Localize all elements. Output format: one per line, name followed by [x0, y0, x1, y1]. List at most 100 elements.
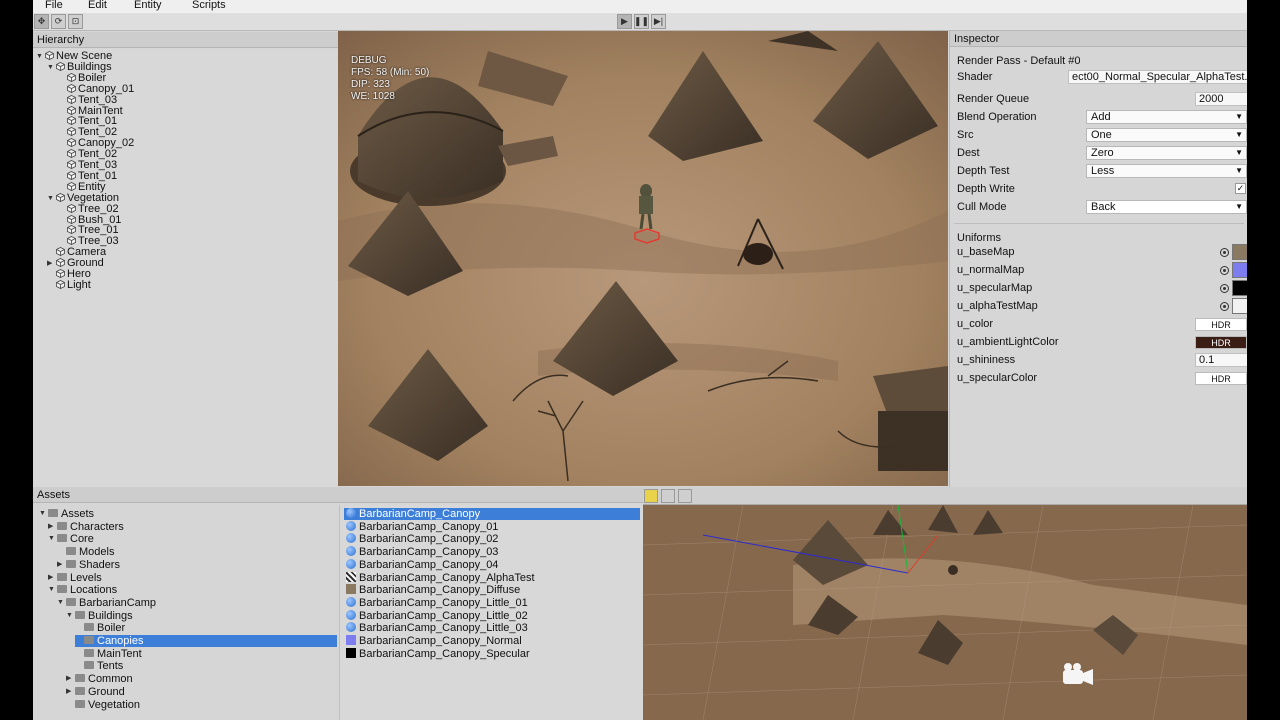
asset-file-item[interactable]: BarbarianCamp_Canopy_Little_01 [344, 596, 528, 609]
hierarchy-item-label: Light [67, 278, 91, 291]
scale-tool-icon[interactable]: ⊡ [68, 14, 83, 29]
expand-toggle-icon[interactable]: ▼ [47, 62, 56, 73]
texture-thumbnail[interactable] [1232, 280, 1247, 296]
asset-file-item[interactable]: BarbarianCamp_Canopy_04 [344, 558, 498, 571]
entity-icon [67, 105, 76, 115]
expand-toggle-icon[interactable]: ▶ [48, 521, 57, 533]
asset-folder-item[interactable]: MainTent [75, 648, 142, 660]
expand-toggle-icon[interactable]: ▼ [66, 610, 75, 622]
expand-toggle-icon[interactable]: ▼ [47, 193, 56, 204]
object-picker-icon[interactable] [1220, 266, 1229, 275]
gizmo-toggle-icon[interactable] [661, 489, 675, 503]
asset-folder-item[interactable]: Boiler [75, 622, 125, 634]
play-icon[interactable]: ▶ [617, 14, 632, 29]
pause-icon[interactable]: ❚❚ [634, 14, 649, 29]
menu-scripts[interactable]: Scripts [192, 0, 226, 11]
asset-folder-item[interactable]: ▶ Characters [48, 521, 124, 533]
property-dropdown[interactable]: Add ▼ [1086, 110, 1247, 124]
asset-folder-label: Ground [88, 685, 125, 698]
asset-file-item[interactable]: BarbarianCamp_Canopy_AlphaTest [344, 571, 535, 584]
asset-file-label: BarbarianCamp_Canopy [359, 508, 481, 520]
asset-file-item[interactable]: BarbarianCamp_Canopy_Specular [344, 647, 530, 660]
asset-folder-item[interactable]: ▶ Levels [48, 572, 102, 584]
color-swatch[interactable]: HDR [1195, 318, 1247, 331]
object-picker-icon[interactable] [1220, 284, 1229, 293]
asset-file-item[interactable]: BarbarianCamp_Canopy_Normal [344, 635, 522, 647]
expand-toggle-icon[interactable]: ▼ [48, 584, 57, 596]
menu-entity[interactable]: Entity [134, 0, 162, 11]
render-queue-field[interactable]: 2000 [1195, 92, 1247, 106]
object-picker-icon[interactable] [1220, 302, 1229, 311]
asset-folder-label: BarbarianCamp [79, 596, 157, 609]
asset-file-item[interactable]: BarbarianCamp_Canopy_03 [344, 546, 498, 558]
expand-toggle-icon[interactable]: ▼ [36, 51, 45, 62]
grid-toggle-icon[interactable] [678, 489, 692, 503]
asset-file-label: BarbarianCamp_Canopy_01 [359, 520, 499, 533]
object-picker-icon[interactable] [1220, 248, 1229, 257]
asset-folder-item[interactable]: ▼ Buildings [66, 610, 133, 622]
asset-folder-item[interactable]: ▼ Assets [39, 508, 94, 520]
expand-toggle-icon[interactable]: ▼ [39, 508, 48, 520]
step-icon[interactable]: ▶| [651, 14, 666, 29]
entity-icon [67, 214, 76, 224]
asset-folder-item[interactable]: ▼ Locations [48, 584, 117, 596]
asset-file-label: BarbarianCamp_Canopy_AlphaTest [359, 571, 535, 584]
entity-icon [67, 138, 76, 148]
property-dropdown[interactable]: Less ▼ [1086, 164, 1247, 178]
expand-toggle-icon[interactable]: ▼ [48, 533, 57, 545]
depth-write-checkbox[interactable]: ✓ [1235, 183, 1246, 194]
asset-file-item[interactable]: BarbarianCamp_Canopy_Little_02 [344, 609, 528, 622]
hierarchy-panel: Hierarchy ▼ New Scene ▼ Buildings Boiler Cano… [33, 32, 338, 488]
menu-edit[interactable]: Edit [88, 0, 107, 11]
rotate-tool-icon[interactable]: ⟳ [51, 14, 66, 29]
texture-thumbnail[interactable] [1232, 298, 1247, 314]
game-viewport[interactable]: DEBUG FPS: 58 (Min: 50) DIP: 323 WE: 102… [338, 31, 948, 486]
asset-folder-item[interactable]: Vegetation [66, 699, 140, 711]
expand-toggle-icon[interactable]: ▶ [66, 686, 75, 698]
shader-field[interactable]: ect00_Normal_Specular_AlphaTest.n [1068, 70, 1247, 84]
scene-render [338, 31, 948, 486]
scene-view[interactable] [643, 487, 1247, 720]
asset-folder-item[interactable]: Tents [75, 660, 123, 672]
asset-folder-item[interactable]: Canopies [75, 635, 337, 647]
move-tool-icon[interactable]: ✥ [34, 14, 49, 29]
property-dropdown[interactable]: One ▼ [1086, 128, 1247, 142]
hierarchy-title: Hierarchy [33, 32, 338, 48]
texture-thumbnail[interactable] [1232, 244, 1247, 260]
asset-folder-item[interactable]: ▼ Core [48, 533, 94, 545]
render-pass-name: Render Pass - Default #0 [957, 55, 1081, 67]
texture-thumbnail[interactable] [1232, 262, 1247, 278]
specular-color-swatch[interactable]: HDR [1195, 372, 1247, 385]
property-dropdown[interactable]: Zero ▼ [1086, 146, 1247, 160]
asset-folder-item[interactable]: ▶ Shaders [57, 559, 120, 571]
shininess-field[interactable]: 0.1 [1195, 353, 1247, 367]
expand-toggle-icon[interactable]: ▼ [57, 597, 66, 609]
color-swatch[interactable]: HDR [1195, 336, 1247, 349]
asset-file-item[interactable]: BarbarianCamp_Canopy_Diffuse [344, 584, 520, 596]
entity-icon [67, 225, 76, 235]
expand-toggle-icon[interactable]: ▶ [47, 258, 56, 269]
asset-file-item[interactable]: BarbarianCamp_Canopy_02 [344, 533, 498, 545]
expand-toggle-icon[interactable]: ▶ [66, 673, 75, 685]
menu-file[interactable]: File [45, 0, 63, 11]
entity-icon [67, 94, 76, 104]
expand-toggle-icon[interactable]: ▶ [57, 559, 66, 571]
asset-file-item[interactable]: BarbarianCamp_Canopy [344, 508, 640, 520]
cull-mode-dropdown[interactable]: Back ▼ [1086, 200, 1247, 214]
asset-file-item[interactable]: BarbarianCamp_Canopy_Little_03 [344, 622, 528, 634]
chevron-down-icon: ▼ [1235, 166, 1243, 175]
diffuse-texture-icon [346, 584, 356, 595]
asset-folder-item[interactable]: ▶ Ground [66, 686, 125, 698]
asset-folder-item[interactable]: ▼ BarbarianCamp [57, 597, 156, 609]
expand-toggle-icon[interactable]: ▶ [48, 572, 57, 584]
dropdown-value: Add [1091, 111, 1111, 123]
hierarchy-item[interactable]: Light [47, 278, 91, 291]
light-toggle-icon[interactable] [644, 489, 658, 503]
folder-icon [75, 699, 85, 708]
material-icon [346, 508, 356, 518]
asset-folder-label: Models [79, 546, 115, 559]
asset-file-item[interactable]: BarbarianCamp_Canopy_01 [344, 520, 499, 533]
asset-folder-item[interactable]: ▶ Common [66, 673, 133, 685]
asset-folder-item[interactable]: Models [57, 546, 114, 558]
material-icon [346, 520, 356, 531]
